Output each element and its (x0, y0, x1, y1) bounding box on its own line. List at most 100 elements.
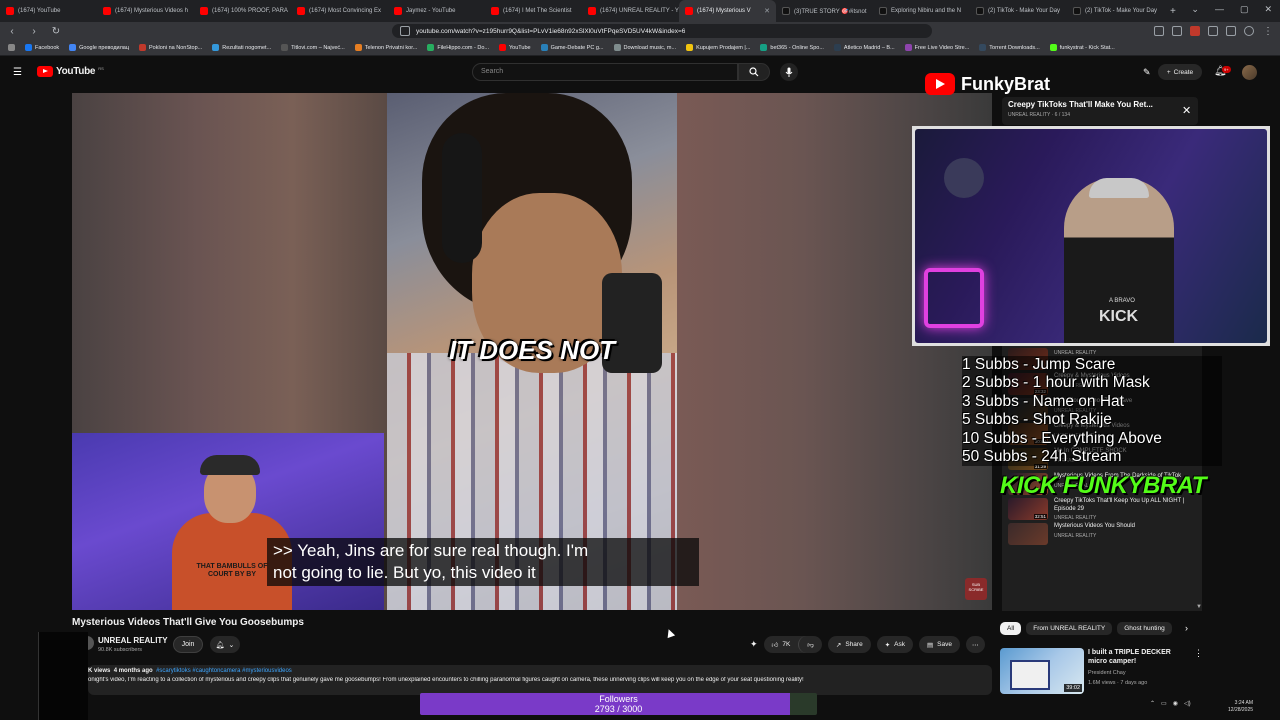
hamburger-menu-icon[interactable]: ☰ (13, 67, 22, 78)
volume-icon[interactable]: ◁) (1184, 700, 1191, 707)
bookmark-favicon-icon (613, 44, 621, 51)
more-actions-button[interactable]: ⋯ (966, 636, 985, 653)
menu-kebab-icon[interactable]: ⋮ (1262, 26, 1274, 37)
browser-tab[interactable]: (2) TikTok - Make Your Day (1067, 0, 1164, 22)
bookmark-item[interactable]: Telenon Privatni kor... (354, 44, 418, 51)
browser-tab[interactable]: (3)TRUE STORY 🎯#itsnot (776, 0, 873, 22)
browser-tab[interactable]: Jaymez - YouTube (388, 0, 485, 22)
extension-icon[interactable] (1190, 26, 1200, 36)
bookmark-item[interactable]: Kupujem Prodajem |... (686, 44, 750, 51)
new-tab-icon[interactable]: + (1170, 6, 1176, 17)
close-window-icon[interactable]: ✕ (1264, 4, 1272, 15)
filter-chip[interactable]: Ghost hunting (1117, 622, 1172, 635)
scroll-down-icon[interactable]: ▼ (1196, 604, 1202, 610)
chat-extension-icon[interactable]: ✎ (1143, 67, 1151, 78)
more-options-icon[interactable]: ⋮ (1194, 648, 1203, 659)
cast-icon[interactable] (1154, 26, 1164, 36)
reactor-shirt-text: THAT BAMBULLS OF COURT BY BY (196, 563, 268, 578)
search-icon (749, 67, 759, 77)
forward-icon[interactable]: › (28, 26, 40, 37)
playlist-header[interactable]: Creepy TikToks That'll Make You Ret... U… (1002, 97, 1198, 125)
share-icon[interactable] (1172, 26, 1182, 36)
browser-tab[interactable]: (1674) Most Convincing Ex (291, 0, 388, 22)
playlist-item[interactable]: Mysterious Videos You Should UNREAL REALI… (1002, 520, 1202, 545)
bookmark-star-icon[interactable] (1208, 26, 1218, 36)
dislike-button[interactable]: 👎︎ (798, 636, 822, 653)
bookmark-favicon-icon (498, 44, 506, 51)
search-button[interactable] (738, 63, 770, 81)
back-icon[interactable]: ‹ (6, 26, 18, 37)
chevron-down-icon[interactable]: ⌄ (1191, 4, 1199, 15)
chevron-right-icon[interactable]: › (1185, 623, 1188, 633)
extension-puzzle-icon[interactable]: ✦ (750, 639, 758, 650)
monitor-icon[interactable]: ▭ (1161, 700, 1167, 707)
reactor-cap (200, 455, 260, 475)
bookmark-favicon-icon (212, 44, 220, 51)
bookmark-item[interactable]: Atletico Madrid – B... (833, 44, 895, 51)
bookmark-item[interactable]: Google преводилац (69, 44, 129, 51)
browser-tab[interactable]: Exploring Nibiru and the N (873, 0, 970, 22)
recommendation-channel[interactable]: President Chay (1088, 670, 1126, 676)
join-button[interactable]: Join (173, 636, 203, 653)
browser-tab[interactable]: (1674) Mysterious Videos h (97, 0, 194, 22)
network-icon[interactable]: ◉ (1173, 700, 1178, 707)
browser-tab[interactable]: (1674) I Met The Scientist (485, 0, 582, 22)
system-clock[interactable]: 3:24 AM 12/28/2025 (1228, 700, 1253, 714)
ask-button[interactable]: ✦ Ask (876, 636, 914, 653)
youtube-logo[interactable]: YouTube RS (37, 66, 104, 77)
bookmark-item[interactable]: Pokloni na NonStop... (139, 44, 202, 51)
browser-tab[interactable]: (2) TikTok - Make Your Day (970, 0, 1067, 22)
bookmark-item[interactable]: YouTube (498, 44, 531, 51)
sidebar-icon[interactable] (1226, 26, 1236, 36)
close-icon[interactable]: ✕ (1182, 104, 1191, 117)
bookmark-label: Google преводилац (79, 44, 130, 51)
filter-chip[interactable]: All (1000, 622, 1022, 635)
hashtags[interactable]: #scarytiktoks #caughtoncamera #mysteriou… (156, 668, 292, 674)
maximize-icon[interactable]: ▢ (1240, 4, 1249, 15)
browser-tab[interactable]: (1674) 100% PROOF, PARA (194, 0, 291, 22)
reload-icon[interactable]: ↻ (50, 26, 62, 37)
recommendation-title[interactable]: I built a TRIPLE DECKER micro camper! (1088, 648, 1188, 666)
bookmark-item[interactable]: Game-Debate PC g... (540, 44, 604, 51)
playlist-item-text: Creepy TikToks That'll Keep You Up ALL N… (1054, 498, 1196, 521)
bookmark-favicon-icon (69, 44, 77, 51)
url-field[interactable]: youtube.com/watch?v=z195hurr9Q&list=PLvV… (392, 24, 932, 38)
search-input[interactable]: Search (472, 63, 738, 81)
bookmark-label: Telenon Privatni kor... (364, 44, 418, 51)
bookmark-item[interactable]: Torrent Downloads... (979, 44, 1040, 51)
browser-tab[interactable]: (1674) Mysterious V ✕ (679, 0, 776, 22)
subscription-bell-button[interactable]: 🔔︎ ⌄ (210, 636, 240, 653)
bookmark-item[interactable]: FileHippo.com - Do... (427, 44, 489, 51)
subscribe-watermark[interactable]: SUB SCRIBE (965, 578, 987, 600)
account-avatar[interactable] (1242, 65, 1257, 80)
recommendation-thumbnail[interactable]: 39:02 (1000, 648, 1084, 694)
minimize-icon[interactable]: — (1215, 4, 1224, 15)
site-info-icon[interactable] (400, 26, 410, 36)
tab-close-icon[interactable]: ✕ (764, 7, 770, 15)
voice-search-button[interactable] (780, 63, 798, 81)
bookmark-item[interactable]: Facebook (25, 44, 59, 51)
filter-chip[interactable]: From UNREAL REALITY (1026, 622, 1113, 635)
bookmark-item[interactable]: funkystrat - Kick Stat... (1049, 44, 1115, 51)
like-button[interactable]: 👍︎ 7K (764, 636, 799, 653)
bookmark-item[interactable]: bet365 - Online Spo... (760, 44, 824, 51)
save-button[interactable]: ▤ Save (919, 636, 960, 653)
profile-icon[interactable] (1244, 26, 1254, 36)
bookmark-item[interactable]: Rezultati nogomet... (212, 44, 271, 51)
chevron-up-icon[interactable]: ⌃ (1150, 700, 1155, 707)
create-button[interactable]: + Create (1158, 64, 1202, 80)
browser-tab[interactable]: (1674) UNREAL REALITY - Y (582, 0, 679, 22)
browser-tab-bar: (1674) YouTube (1674) Mysterious Videos h… (0, 0, 1280, 22)
neon-sign (924, 268, 984, 328)
share-button[interactable]: ↗ Share (827, 636, 871, 653)
bookmark-item[interactable]: Titlovi.com – Najveć... (281, 44, 345, 51)
video-player[interactable]: IT DOES NOT THAT BAMBULLS OF COURT BY BY… (72, 93, 992, 610)
thumbs-down-icon: 👎︎ (807, 641, 814, 649)
apps-grid-icon[interactable] (8, 44, 15, 51)
channel-name[interactable]: UNREAL REALITY (98, 636, 168, 645)
bookmark-item[interactable]: Download music, m... (613, 44, 676, 51)
browser-tab[interactable]: (1674) YouTube (0, 0, 97, 22)
video-description[interactable]: K views 4 months ago #scarytiktoks #caug… (88, 665, 992, 695)
bookmark-item[interactable]: Free Live Video Stre... (904, 44, 969, 51)
view-count: K views (88, 668, 111, 674)
